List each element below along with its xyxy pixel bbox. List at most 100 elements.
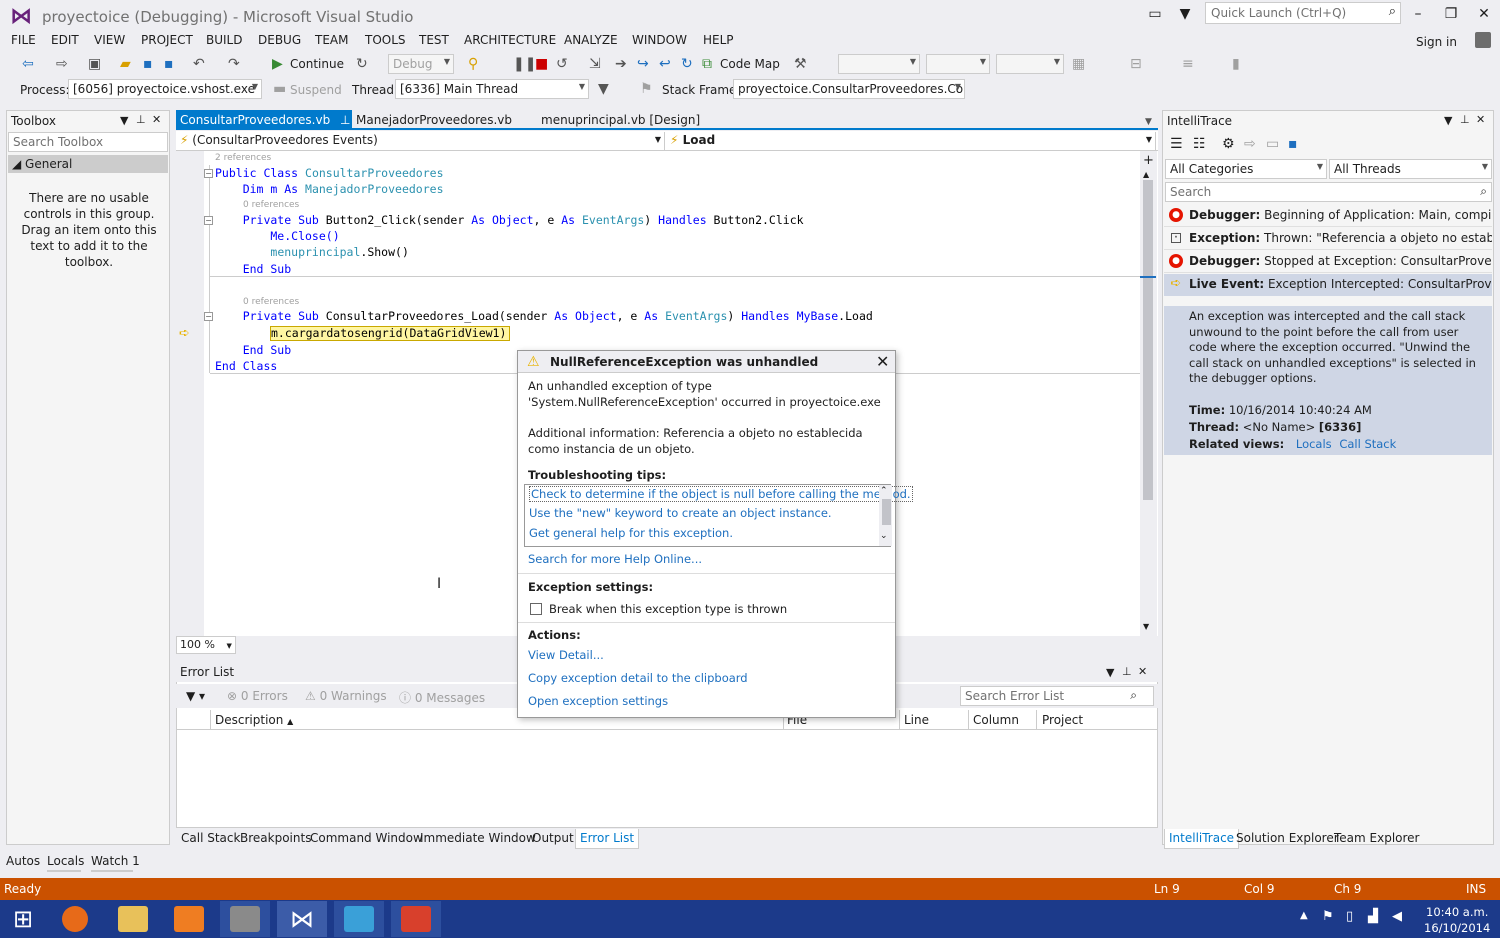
close-window-button[interactable]: ✕ — [1473, 4, 1495, 24]
tab-menuprincipal-design[interactable]: menuprincipal.vb [Design] — [537, 110, 704, 130]
tab-command-window[interactable]: Command Window — [310, 831, 423, 845]
column-description[interactable]: Description ▲ — [215, 713, 293, 727]
continue-button[interactable]: Continue — [290, 57, 344, 71]
find-icon[interactable]: ⚲ — [468, 56, 478, 72]
scrollbar-thumb[interactable] — [1143, 180, 1153, 500]
step-out-icon[interactable]: ↩ — [659, 56, 671, 72]
tab-breakpoints[interactable]: Breakpoints — [240, 831, 311, 845]
error-list-search-input[interactable]: Search Error List ⌕ — [960, 686, 1154, 706]
volume-icon[interactable]: ◀ — [1392, 909, 1402, 924]
stop-debugging-icon[interactable]: ■ — [535, 56, 548, 72]
tab-overflow-icon[interactable]: ▼ — [1145, 114, 1152, 130]
intellitrace-event[interactable]: · Exception: Thrown: "Referencia a objeto… — [1164, 228, 1492, 250]
warnings-toggle[interactable]: ⚠ 0 Warnings — [305, 689, 387, 703]
step-into-icon[interactable]: ➔ — [615, 56, 627, 72]
column-column[interactable]: Column — [973, 713, 1019, 727]
refresh-icon[interactable]: ↻ — [356, 56, 368, 72]
menu-view[interactable]: VIEW — [94, 33, 125, 47]
save-icon[interactable]: ▪ — [1288, 136, 1298, 152]
thread-select[interactable]: [6336] Main Thread ▼ — [395, 79, 589, 99]
continue-icon[interactable]: ▶ — [272, 56, 283, 72]
close-popup-button[interactable]: ✕ — [876, 352, 889, 371]
tip-link[interactable]: Check to determine if the object is null… — [529, 486, 913, 502]
dropdown-icon[interactable]: ▼ — [1106, 666, 1114, 679]
tip-link[interactable]: Get general help for this exception. — [529, 526, 733, 540]
indent-icon[interactable]: ≡ — [1182, 56, 1194, 72]
split-icon[interactable]: + — [1143, 153, 1154, 168]
menu-tools[interactable]: TOOLS — [365, 33, 406, 47]
menu-debug[interactable]: DEBUG — [258, 33, 301, 47]
toggle-flag-icon[interactable]: ⚑ — [640, 81, 653, 97]
tab-call-stack[interactable]: Call Stack — [181, 831, 240, 845]
taskbar-explorer[interactable] — [108, 901, 158, 937]
menu-file[interactable]: FILE — [11, 33, 36, 47]
locals-link[interactable]: Locals — [1296, 437, 1332, 451]
column-project[interactable]: Project — [1042, 713, 1083, 727]
open-exception-settings-link[interactable]: Open exception settings — [528, 694, 668, 708]
tab-immediate-window[interactable]: Immediate Window — [420, 831, 536, 845]
break-all-icon[interactable]: ❚❚ — [513, 56, 536, 72]
tab-locals[interactable]: Locals — [47, 854, 84, 868]
code-map-button[interactable]: Code Map — [720, 57, 780, 71]
close-icon[interactable]: ✕ — [1138, 665, 1147, 678]
tab-intellitrace[interactable]: IntelliTrace — [1164, 829, 1240, 849]
suspend-button[interactable]: Suspend — [290, 83, 342, 97]
clock-time[interactable]: 10:40 a.m. — [1426, 905, 1488, 919]
collapse-icon[interactable]: − — [204, 312, 213, 321]
intellitrace-event-selected[interactable]: ➪ Live Event: Exception Intercepted: Cons… — [1164, 274, 1492, 296]
back-icon[interactable]: ⇦ — [22, 56, 34, 72]
tip-link[interactable]: Use the "new" keyword to create an objec… — [529, 506, 832, 520]
menu-architecture[interactable]: ARCHITECTURE — [464, 33, 556, 47]
display-icon[interactable]: ▯ — [1346, 909, 1353, 924]
indicator-margin[interactable] — [176, 151, 204, 636]
clear-icon[interactable]: ▭ — [1266, 136, 1279, 152]
close-icon[interactable]: ✕ — [152, 113, 161, 126]
call-stack-link[interactable]: Call Stack — [1339, 437, 1396, 451]
account-avatar[interactable] — [1475, 32, 1491, 48]
tab-watch-1[interactable]: Watch 1 — [91, 854, 140, 868]
taskbar-firefox[interactable] — [50, 901, 100, 937]
pin-icon[interactable]: ⊥ — [340, 113, 350, 127]
events-view-icon[interactable]: ☰ — [1170, 136, 1183, 152]
intellitrace-event[interactable]: ● Debugger: Beginning of Application: Mai… — [1164, 205, 1492, 227]
restart-icon[interactable]: ↺ — [556, 56, 568, 72]
startup-select[interactable]: ▼ — [996, 54, 1064, 74]
categories-select[interactable]: All Categories ▼ — [1165, 159, 1327, 179]
save-icon[interactable]: ▪ — [143, 56, 153, 72]
tab-error-list[interactable]: Error List — [575, 829, 640, 849]
action-center-icon[interactable]: ⚑ — [1322, 909, 1334, 924]
scroll-up-icon[interactable]: ▲ — [1143, 170, 1149, 179]
collapse-icon[interactable]: − — [204, 216, 213, 225]
chevron-down-icon[interactable]: ⌄ — [880, 531, 888, 541]
copy-detail-link[interactable]: Copy exception detail to the clipboard — [528, 671, 748, 685]
taskbar-app[interactable] — [334, 901, 384, 937]
collapse-icon[interactable]: − — [204, 169, 213, 178]
process-select[interactable]: [6056] proyectoice.vshost.exe ▼ — [68, 79, 262, 99]
current-statement[interactable]: m.cargardatosengrid(DataGridView1) — [271, 326, 506, 340]
threads-select[interactable]: All Threads ▼ — [1329, 159, 1492, 179]
tab-solution-explorer[interactable]: Solution Explorer — [1236, 831, 1339, 845]
settings-icon[interactable]: ⚙ — [1222, 136, 1235, 152]
menu-team[interactable]: TEAM — [315, 33, 348, 47]
zoom-select[interactable]: 100 % ▼ — [176, 636, 236, 654]
tab-team-explorer[interactable]: Team Explorer — [1334, 831, 1420, 845]
network-icon[interactable]: ▟ — [1368, 909, 1378, 924]
intellitrace-event[interactable]: ● Debugger: Stopped at Exception: Consult… — [1164, 251, 1492, 273]
break-when-thrown-checkbox[interactable] — [530, 603, 542, 615]
sign-in-link[interactable]: Sign in — [1416, 35, 1457, 49]
show-next-statement-icon[interactable]: ⇲ — [589, 56, 601, 72]
menu-window[interactable]: WINDOW — [632, 33, 687, 47]
solution-config-select[interactable]: Debug ▼ — [388, 54, 454, 74]
taskbar-visual-studio[interactable]: ⋈ — [277, 901, 327, 937]
break-all-icon[interactable]: ⇨ — [1244, 136, 1256, 152]
menu-edit[interactable]: EDIT — [51, 33, 79, 47]
scrollbar-thumb[interactable] — [882, 499, 891, 525]
tab-manejadorproveedores[interactable]: ManejadorProveedores.vb — [352, 110, 516, 130]
code-map-icon[interactable]: ⧉ — [702, 56, 712, 72]
bookmark-icon[interactable]: ▮ — [1232, 56, 1240, 72]
clock-date[interactable]: 16/10/2014 — [1424, 921, 1490, 935]
codelens-references[interactable]: 2 references — [215, 153, 271, 163]
search-online-link[interactable]: Search for more Help Online... — [528, 552, 702, 566]
view-detail-link[interactable]: View Detail... — [528, 648, 604, 662]
taskbar-tools[interactable] — [220, 901, 270, 937]
